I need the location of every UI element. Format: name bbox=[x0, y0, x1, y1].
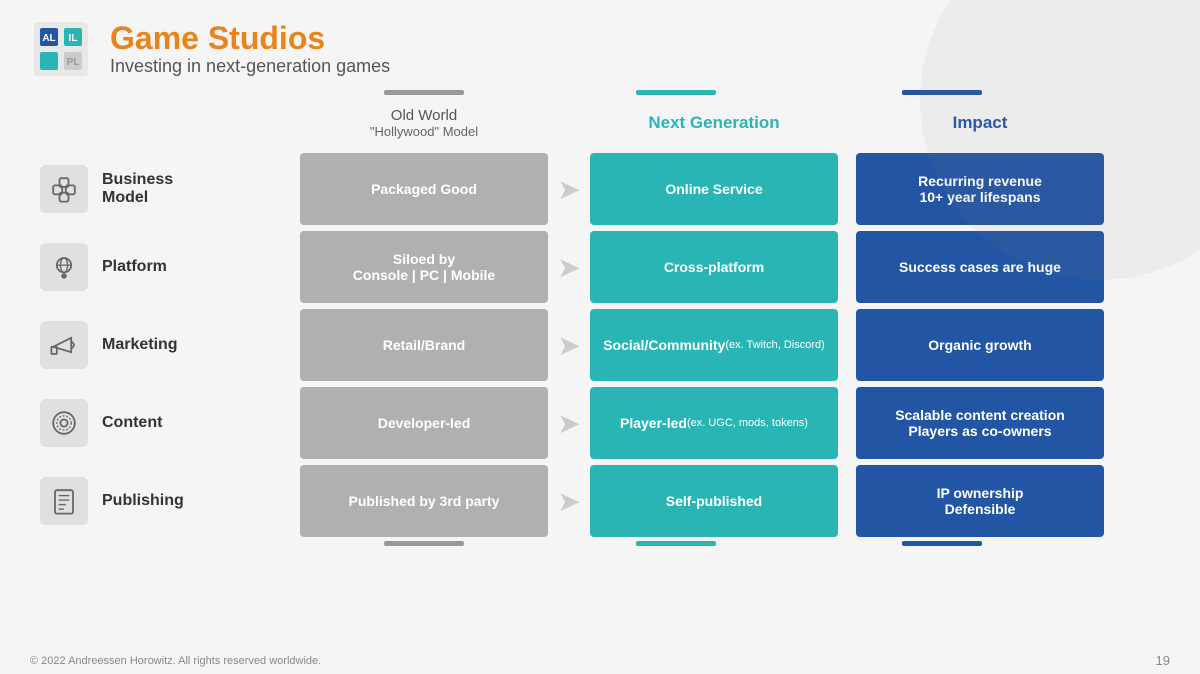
page-number: 19 bbox=[1156, 653, 1170, 668]
col-header-next-gen: Next Generation bbox=[590, 97, 838, 149]
row-label-marketing: Marketing bbox=[30, 309, 300, 381]
cell-old-platform: Siloed byConsole | PC | Mobile bbox=[300, 231, 548, 303]
row-label-platform: Platform bbox=[30, 231, 300, 303]
cell-next-content: Player-led(ex. UGC, mods, tokens) bbox=[590, 387, 838, 459]
row-icon-content bbox=[40, 399, 88, 447]
col-spacer bbox=[838, 309, 856, 381]
arrow-business-model: ➤ bbox=[548, 153, 590, 225]
row-publishing: Publishing Published by 3rd party ➤ Self-pu… bbox=[30, 465, 1170, 537]
arrow-icon: ➤ bbox=[557, 329, 580, 362]
col-spacer bbox=[838, 153, 856, 225]
svg-text:PL: PL bbox=[67, 57, 80, 68]
bottom-accent-bars bbox=[300, 541, 1170, 546]
cell-impact-publishing: IP ownershipDefensible bbox=[856, 465, 1104, 537]
cell-next-publishing: Self-published bbox=[590, 465, 838, 537]
svg-text:AL: AL bbox=[42, 33, 55, 44]
bg-decoration bbox=[900, 0, 1200, 300]
cell-old-marketing: Retail/Brand bbox=[300, 309, 548, 381]
cell-impact-content: Scalable content creationPlayers as co-o… bbox=[856, 387, 1104, 459]
arrow-content: ➤ bbox=[548, 387, 590, 459]
page-title: Game Studios bbox=[110, 21, 390, 56]
arrow-platform: ➤ bbox=[548, 231, 590, 303]
arrow-publishing: ➤ bbox=[548, 465, 590, 537]
row-icon-publishing bbox=[40, 477, 88, 525]
old-world-accent-bar bbox=[384, 90, 464, 95]
arrow-icon: ➤ bbox=[557, 173, 580, 206]
footer: © 2022 Andreessen Horowitz. All rights r… bbox=[0, 647, 1200, 674]
row-label-publishing: Publishing bbox=[30, 465, 300, 537]
arrow-icon: ➤ bbox=[557, 485, 580, 518]
next-gen-bottom-bar bbox=[636, 541, 716, 546]
row-label-text-content: Content bbox=[102, 414, 162, 432]
cell-impact-marketing: Organic growth bbox=[856, 309, 1104, 381]
cell-next-platform: Cross-platform bbox=[590, 231, 838, 303]
next-gen-accent-bar bbox=[636, 90, 716, 95]
page-subtitle: Investing in next-generation games bbox=[110, 56, 390, 77]
slide: AL IL PL Game Studios Investing in next-… bbox=[0, 0, 1200, 674]
row-icon-platform bbox=[40, 243, 88, 291]
header-text: Game Studios Investing in next-generatio… bbox=[110, 21, 390, 77]
cell-next-business-model: Online Service bbox=[590, 153, 838, 225]
col-header-old-world: Old World "Hollywood" Model bbox=[300, 97, 548, 149]
arrow-icon: ➤ bbox=[557, 251, 580, 284]
impact-bottom-bar bbox=[902, 541, 982, 546]
svg-text:IL: IL bbox=[69, 33, 78, 44]
footer-copyright: © 2022 Andreessen Horowitz. All rights r… bbox=[30, 655, 321, 667]
row-label-content: Content bbox=[30, 387, 300, 459]
row-label-text-marketing: Marketing bbox=[102, 336, 178, 354]
col-spacer bbox=[838, 231, 856, 303]
row-icon-marketing bbox=[40, 321, 88, 369]
logo-icon: AL IL PL bbox=[30, 18, 92, 80]
arrow-icon: ➤ bbox=[557, 407, 580, 440]
old-world-bottom-bar bbox=[384, 541, 464, 546]
row-icon-business-model bbox=[40, 165, 88, 213]
row-label-text-publishing: Publishing bbox=[102, 492, 184, 510]
cell-old-publishing: Published by 3rd party bbox=[300, 465, 548, 537]
row-label-text-business-model: BusinessModel bbox=[102, 171, 173, 207]
arrow-marketing: ➤ bbox=[548, 309, 590, 381]
col-spacer bbox=[838, 387, 856, 459]
cell-next-marketing: Social/Community(ex. Twitch, Discord) bbox=[590, 309, 838, 381]
cell-old-content: Developer-led bbox=[300, 387, 548, 459]
row-label-text-platform: Platform bbox=[102, 258, 167, 276]
row-content: Content Developer-led ➤ Player-led(ex. UGC,… bbox=[30, 387, 1170, 459]
row-marketing: Marketing Retail/Brand ➤ Social/Community(e… bbox=[30, 309, 1170, 381]
col-spacer bbox=[838, 465, 856, 537]
cell-old-business-model: Packaged Good bbox=[300, 153, 548, 225]
row-label-business-model: BusinessModel bbox=[30, 153, 300, 225]
